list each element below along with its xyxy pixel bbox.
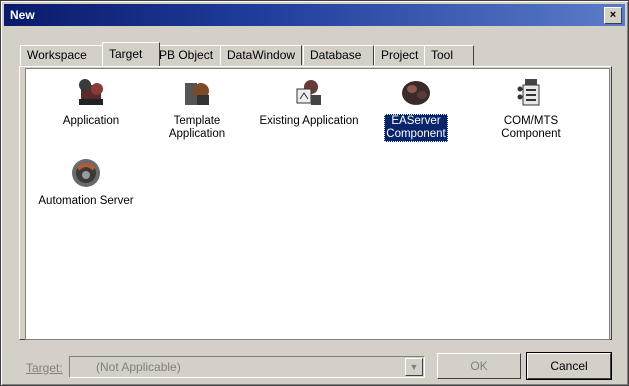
- close-button[interactable]: ×: [604, 7, 622, 24]
- dialog-title: New: [10, 8, 35, 22]
- tab-target[interactable]: Target: [102, 42, 160, 66]
- application-icon: [73, 75, 109, 111]
- com-mts-component-icon: [513, 75, 549, 111]
- automation-server-icon: [68, 155, 104, 191]
- tab-pb-object[interactable]: PB Object: [152, 45, 222, 65]
- target-combobox-value: (Not Applicable): [96, 360, 181, 374]
- existing-application-icon: [291, 75, 327, 111]
- list-item-com-mts-component[interactable]: COM/MTS Component: [492, 75, 570, 142]
- ok-button[interactable]: OK: [437, 353, 521, 379]
- automation-server-label: Automation Server: [38, 195, 134, 207]
- tab-datawindow[interactable]: DataWindow: [220, 45, 302, 65]
- chevron-down-icon[interactable]: ▼: [405, 358, 423, 376]
- application-label: Application: [62, 115, 120, 127]
- com-mts-component-label: COM/MTS Component: [501, 115, 561, 140]
- target-combobox[interactable]: (Not Applicable) ▼: [69, 356, 425, 378]
- easerver-component-label: EAServer Component: [384, 114, 448, 142]
- title-bar: New ×: [4, 4, 625, 26]
- template-application-icon: [179, 75, 215, 111]
- easerver-component-icon: [398, 75, 434, 111]
- target-list: Application Template Application Existin…: [25, 68, 610, 340]
- list-item-automation-server[interactable]: Automation Server: [30, 155, 142, 209]
- list-item-template-application[interactable]: Template Application: [147, 75, 247, 142]
- list-item-existing-application[interactable]: Existing Application: [250, 75, 368, 129]
- tab-workspace[interactable]: Workspace: [20, 45, 104, 65]
- target-label: Target:: [26, 361, 63, 375]
- template-application-label: Template Application: [168, 115, 226, 140]
- list-item-easerver-component[interactable]: EAServer Component: [378, 75, 454, 142]
- existing-application-label: Existing Application: [259, 115, 359, 127]
- tab-database[interactable]: Database: [303, 45, 374, 65]
- list-item-application[interactable]: Application: [36, 75, 146, 129]
- tab-tool[interactable]: Tool: [424, 45, 474, 65]
- cancel-button[interactable]: Cancel: [526, 352, 612, 380]
